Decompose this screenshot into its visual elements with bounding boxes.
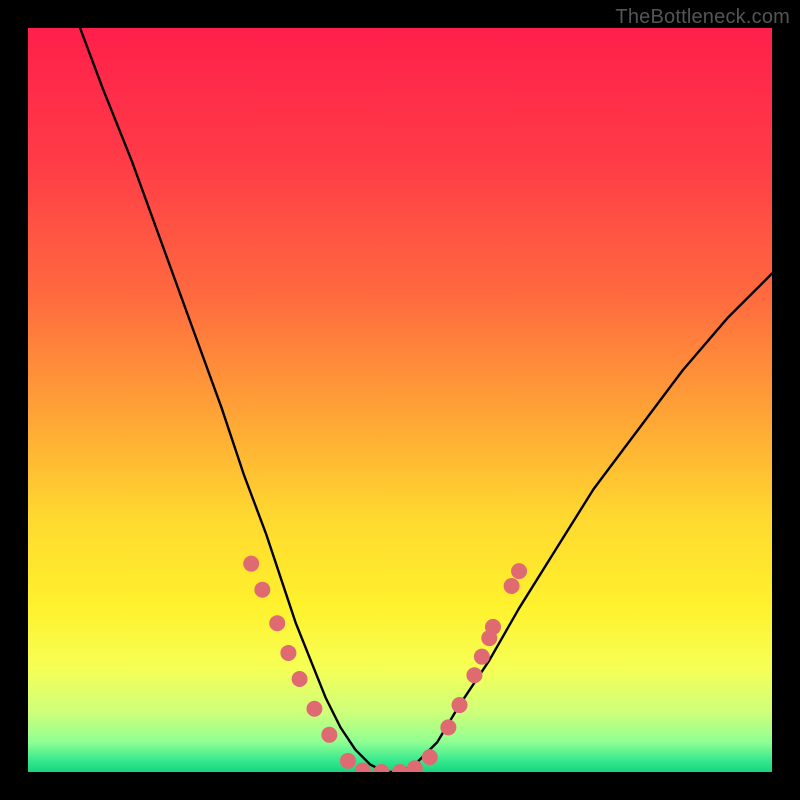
watermark-label: TheBottleneck.com (615, 6, 790, 29)
chart-stage: TheBottleneck.com (0, 0, 800, 800)
highlight-point (243, 556, 259, 572)
plot-area (28, 28, 772, 772)
bottleneck-curve (28, 28, 772, 772)
highlight-point (511, 563, 527, 579)
highlight-point (474, 649, 490, 665)
highlight-point (485, 619, 501, 635)
highlight-point (292, 671, 308, 687)
highlight-points (243, 556, 527, 772)
highlight-point (440, 719, 456, 735)
highlight-point (392, 764, 408, 772)
highlight-point (306, 701, 322, 717)
highlight-point (466, 667, 482, 683)
highlight-point (407, 760, 423, 772)
highlight-point (269, 615, 285, 631)
highlight-point (422, 749, 438, 765)
highlight-point (504, 578, 520, 594)
highlight-point (254, 582, 270, 598)
highlight-point (373, 764, 389, 772)
highlight-point (340, 753, 356, 769)
highlight-point (452, 697, 468, 713)
highlight-point (280, 645, 296, 661)
highlight-point (321, 727, 337, 743)
